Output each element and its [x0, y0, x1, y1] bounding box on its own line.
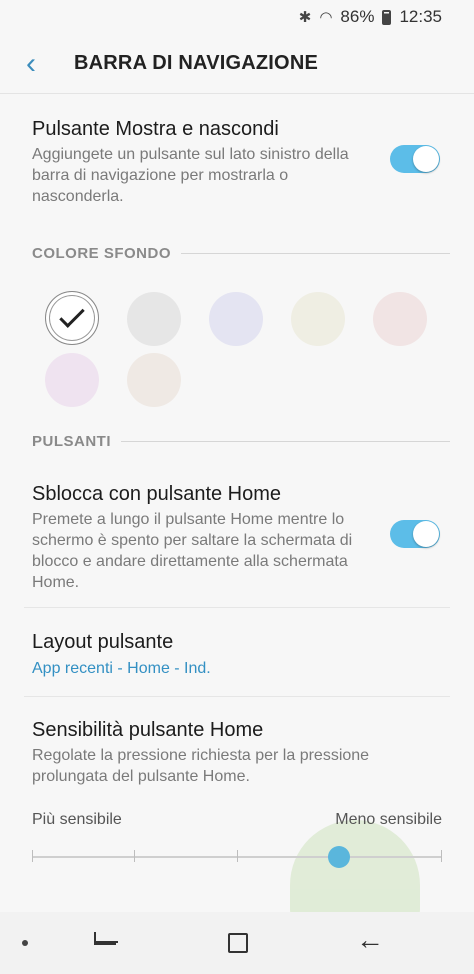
section-background-color: COLORE SFONDO	[32, 245, 450, 262]
check-icon	[59, 302, 85, 328]
section-divider	[181, 253, 450, 254]
nav-dot-icon[interactable]	[22, 940, 28, 946]
layout-setting[interactable]: Layout pulsante App recenti - Home - Ind…	[32, 629, 442, 679]
navigation-bar: ←	[0, 912, 474, 974]
show-hide-setting[interactable]: Pulsante Mostra e nascondi Aggiungete un…	[32, 116, 442, 207]
back-icon[interactable]: ←	[356, 926, 384, 954]
battery-icon	[382, 9, 392, 25]
color-swatch-lavender[interactable]	[209, 292, 263, 346]
recents-icon[interactable]	[94, 932, 118, 954]
toggle-knob	[413, 146, 439, 172]
layout-title: Layout pulsante	[32, 631, 174, 653]
unlock-home-setting[interactable]: Sblocca con pulsante Home Premete a lung…	[32, 481, 442, 593]
slider-tick	[134, 850, 135, 862]
battery-percentage: 86%	[340, 7, 375, 26]
slider-tick	[32, 850, 33, 862]
app-header: ‹ BARRA DI NAVIGAZIONE	[0, 34, 474, 94]
divider	[24, 607, 450, 608]
slider-min-label: Più sensibile	[32, 811, 122, 828]
bluetooth-icon: ✱	[298, 9, 312, 26]
page-title: BARRA DI NAVIGAZIONE	[74, 52, 318, 74]
color-swatch-beige[interactable]	[127, 353, 181, 407]
section-title: PULSANTI	[32, 433, 111, 450]
slider-max-label: Meno sensibile	[335, 811, 442, 828]
arrow-left-icon: ‹	[26, 46, 36, 80]
color-swatch-cream[interactable]	[291, 292, 345, 346]
home-icon[interactable]	[228, 933, 248, 953]
unlock-home-description: Premete a lungo il pulsante Home mentre …	[32, 511, 353, 591]
unlock-home-title: Sblocca con pulsante Home	[32, 483, 282, 505]
back-button[interactable]: ‹	[0, 46, 74, 80]
color-swatch-pink[interactable]	[373, 292, 427, 346]
sensitivity-slider-thumb[interactable]	[328, 846, 350, 868]
show-hide-title: Pulsante Mostra e nascondi	[32, 118, 279, 140]
android-logo	[290, 820, 420, 920]
section-title: COLORE SFONDO	[32, 245, 172, 262]
show-hide-description: Aggiungete un pulsante sul lato sinistro…	[32, 146, 349, 205]
slider-tick	[237, 850, 238, 862]
divider	[24, 696, 450, 697]
clock: 12:35	[399, 7, 442, 26]
color-swatch-lilac[interactable]	[45, 353, 99, 407]
status-bar: ✱ ◠ 86% 12:35	[0, 0, 474, 34]
color-swatch-white[interactable]	[45, 291, 99, 345]
toggle-knob	[413, 521, 439, 547]
sensitivity-setting: Sensibilità pulsante Home Regolate la pr…	[32, 717, 442, 787]
section-divider	[121, 441, 450, 442]
show-hide-toggle[interactable]	[390, 145, 440, 173]
wifi-icon: ◠	[319, 9, 333, 26]
sensitivity-title: Sensibilità pulsante Home	[32, 719, 264, 741]
section-buttons: PULSANTI	[32, 433, 450, 450]
sensitivity-description: Regolate la pressione richiesta per la p…	[32, 747, 370, 785]
unlock-home-toggle[interactable]	[390, 520, 440, 548]
layout-value: App recenti - Home - Ind.	[32, 660, 211, 677]
slider-tick	[441, 850, 442, 862]
color-swatch-grey[interactable]	[127, 292, 181, 346]
